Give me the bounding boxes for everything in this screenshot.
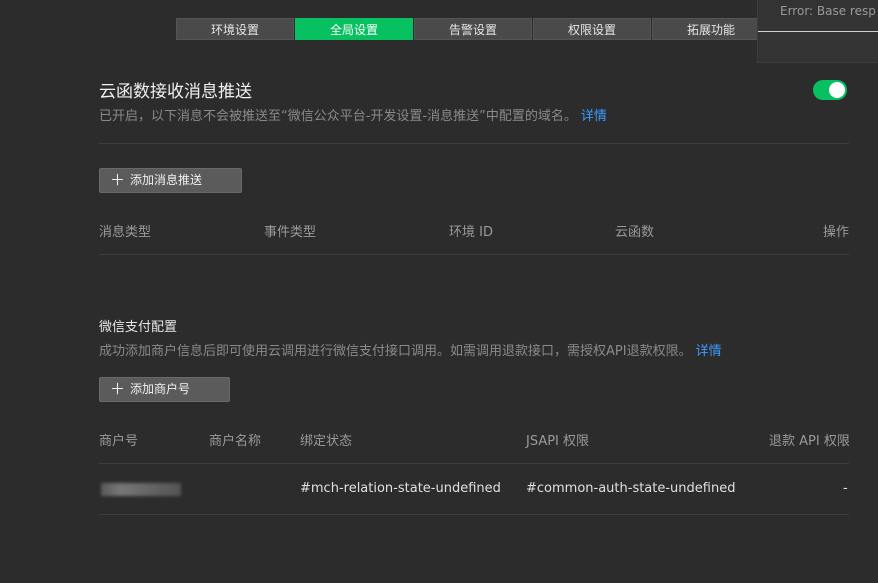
col-merchant-id: 商户号 xyxy=(99,434,139,449)
plus-icon: ＋ xyxy=(110,171,126,189)
error-popup: Error: Base resp a xyxy=(757,0,878,63)
error-message: Error: Base resp a xyxy=(780,4,878,18)
col-merchant-name: 商户名称 xyxy=(209,434,262,449)
merchant-id-redacted xyxy=(101,483,181,496)
global-settings-page: 环境设置 全局设置 告警设置 权限设置 拓展功能 Error: Base res… xyxy=(0,0,878,583)
tab-alert-settings[interactable]: 告警设置 xyxy=(414,18,532,40)
tab-global-settings[interactable]: 全局设置 xyxy=(295,18,413,40)
section-divider xyxy=(99,143,849,144)
add-merchant-button[interactable]: ＋ 添加商户号 xyxy=(99,377,230,402)
add-push-label: 添加消息推送 xyxy=(130,173,203,187)
tab-env-settings[interactable]: 环境设置 xyxy=(176,18,294,40)
push-enable-toggle[interactable] xyxy=(813,80,847,100)
binding-status-cell: #mch-relation-state-undefined xyxy=(300,481,501,496)
pay-header-divider xyxy=(99,463,849,464)
row-divider xyxy=(99,514,849,515)
col-event-type: 事件类型 xyxy=(264,225,317,240)
col-jsapi-auth: JSAPI 权限 xyxy=(526,434,590,449)
col-refund-api-auth: 退款 API 权限 xyxy=(769,434,850,449)
table-header-divider xyxy=(99,254,849,255)
pay-section-title: 微信支付配置 xyxy=(99,320,178,335)
pay-detail-link[interactable]: 详情 xyxy=(696,344,722,359)
refund-api-auth-cell: - xyxy=(843,481,848,496)
settings-tabs: 环境设置 全局设置 告警设置 权限设置 拓展功能 xyxy=(176,18,771,40)
pay-section-description: 成功添加商户信息后即可使用云调用进行微信支付接口调用。如需调用退款接口，需授权A… xyxy=(99,340,722,359)
col-env-id: 环境 ID xyxy=(449,225,493,240)
error-divider xyxy=(758,31,878,32)
push-section-description: 已开启，以下消息不会被推送至“微信公众平台-开发设置-消息推送”中配置的域名。详… xyxy=(99,105,607,124)
jsapi-auth-cell: #common-auth-state-undefined xyxy=(526,481,736,496)
col-message-type: 消息类型 xyxy=(99,225,152,240)
tab-extensions[interactable]: 拓展功能 xyxy=(652,18,770,40)
push-section-title: 云函数接收消息推送 xyxy=(99,82,252,102)
pay-description-text: 成功添加商户信息后即可使用云调用进行微信支付接口调用。如需调用退款接口，需授权A… xyxy=(99,344,692,359)
tab-permission-settings[interactable]: 权限设置 xyxy=(533,18,651,40)
add-push-button[interactable]: ＋ 添加消息推送 xyxy=(99,168,242,193)
push-description-text: 已开启，以下消息不会被推送至“微信公众平台-开发设置-消息推送”中配置的域名。 xyxy=(99,109,577,124)
col-binding-status: 绑定状态 xyxy=(300,434,353,449)
plus-icon: ＋ xyxy=(110,380,126,398)
col-cloud-function: 云函数 xyxy=(615,225,655,240)
col-actions: 操作 xyxy=(823,225,850,240)
toggle-knob xyxy=(829,82,845,98)
push-detail-link[interactable]: 详情 xyxy=(581,109,607,124)
add-merchant-label: 添加商户号 xyxy=(130,382,191,396)
